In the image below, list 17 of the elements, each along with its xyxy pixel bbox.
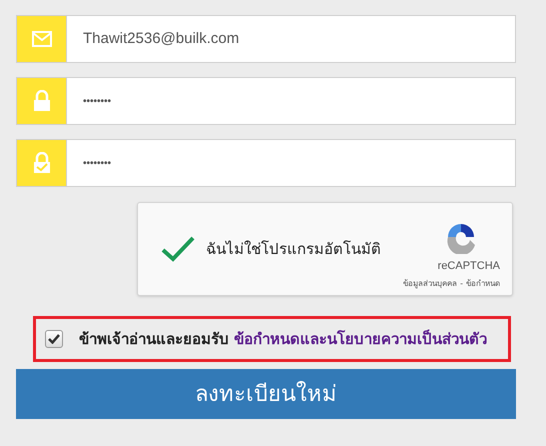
captcha-label: ฉันไม่ใช่โปรแกรมอัตโนมัติ	[206, 238, 381, 260]
recaptcha-brand: reCAPTCHA	[438, 258, 500, 274]
input-field[interactable]: Thawit2536@builk.com	[66, 15, 516, 63]
checkmark-icon	[48, 334, 60, 344]
envelope-icon	[32, 31, 52, 47]
privacy-link[interactable]: ข้อมูลส่วนบุคคล	[403, 278, 458, 290]
register-button[interactable]: ลงทะเบียนใหม่	[16, 369, 516, 419]
agreement-text: ข้าพเจ้าอ่านและยอมรับ	[79, 328, 229, 350]
padlock-icon	[32, 90, 50, 112]
link-separator: -	[460, 278, 463, 290]
terms-privacy-link[interactable]: ข้อกำหนดและนโยบายความเป็นส่วนตัว	[234, 328, 487, 350]
padlock-check-icon	[32, 152, 50, 174]
agree-checkbox[interactable]	[45, 330, 63, 348]
check-icon[interactable]	[160, 235, 196, 263]
input-field[interactable]: ••••••••	[66, 139, 516, 187]
input-field[interactable]: ••••••••	[66, 77, 516, 125]
terms-link[interactable]: ข้อกำหนด	[466, 278, 500, 290]
